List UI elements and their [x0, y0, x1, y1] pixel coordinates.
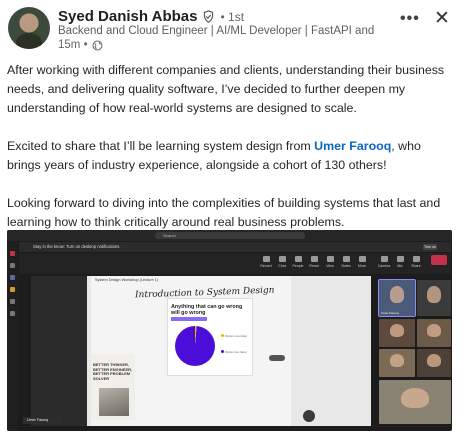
slide-thumbnails	[31, 276, 87, 426]
post-image[interactable]: Search Stay in the know: Turn on desktop…	[7, 230, 452, 431]
control-leave	[431, 255, 447, 265]
participant-tile: Umer Farooq	[378, 279, 416, 317]
app-search-bar: Search	[155, 232, 305, 239]
more-options-button[interactable]: •••	[400, 10, 420, 28]
control-share: Share	[409, 256, 423, 268]
legend-item: Option one label	[221, 334, 249, 339]
rail-icon	[10, 251, 15, 256]
mic-indicator-icon	[303, 410, 315, 422]
globe-icon	[92, 40, 103, 50]
control-notes: Notes	[339, 256, 353, 268]
participant-tile	[417, 319, 451, 347]
rail-icon	[10, 275, 15, 280]
rail-icon	[10, 299, 15, 304]
slide-card-tag	[171, 317, 207, 321]
post-paragraph-3: Looking forward to diving into the compl…	[7, 196, 441, 229]
rail-icon	[10, 263, 15, 268]
legend-item: Option two label	[221, 350, 249, 355]
verified-icon	[204, 10, 214, 23]
post-body: After working with different companies a…	[7, 61, 455, 251]
control-people: People	[291, 256, 305, 268]
post-paragraph-1: After working with different companies a…	[7, 63, 445, 115]
post-paragraph-2-start: Excited to share that I’ll be learning s…	[7, 139, 315, 153]
post-meta: 15m •	[58, 39, 103, 51]
control-chat: Chat	[275, 256, 289, 268]
post-time: 15m •	[58, 39, 88, 51]
close-button[interactable]: ✕	[434, 7, 450, 30]
control-record: Record	[259, 256, 273, 268]
author-avatar[interactable]	[8, 7, 50, 49]
author-name-row: Syed Danish Abbas • 1st	[58, 8, 244, 25]
control-mic: Mic	[393, 256, 407, 268]
participant-tile-large	[379, 380, 451, 424]
author-headline: Backend and Cloud Engineer | AI/ML Devel…	[58, 25, 378, 37]
post-paragraph-2: Excited to share that I’ll be learning s…	[7, 137, 455, 175]
participant-tile	[417, 280, 451, 316]
participant-tile	[379, 319, 415, 347]
whiteboard-header: System Design Workshop (Lecture 1)	[95, 278, 159, 282]
pie-graphic	[175, 326, 215, 366]
side-slide-text: BETTER THINKER, BETTER ENGINEER, BETTER …	[93, 362, 133, 381]
control-camera: Camera	[377, 256, 391, 268]
side-slide-photo	[99, 388, 129, 416]
participant-tile	[379, 349, 415, 377]
presenter-name-chip: Umer Farooq	[23, 417, 61, 424]
author-name[interactable]: Syed Danish Abbas	[58, 8, 197, 25]
next-arrow-icon	[269, 355, 285, 361]
slide-card-title: Anything that can go wrong will go wrong	[171, 304, 243, 316]
control-more: More	[355, 256, 369, 268]
app-left-rail	[7, 241, 18, 431]
connection-degree: • 1st	[220, 9, 245, 24]
notification-turn-on-button: Turn on	[423, 244, 437, 250]
notification-banner: Stay in the know: Turn on desktop notifi…	[19, 242, 451, 252]
rail-icon	[10, 311, 15, 316]
participant-tile	[417, 349, 451, 377]
rail-icon	[10, 287, 15, 292]
control-view: View	[323, 256, 337, 268]
mention-link[interactable]: Umer Farooq	[314, 139, 391, 153]
control-react: React	[307, 256, 321, 268]
